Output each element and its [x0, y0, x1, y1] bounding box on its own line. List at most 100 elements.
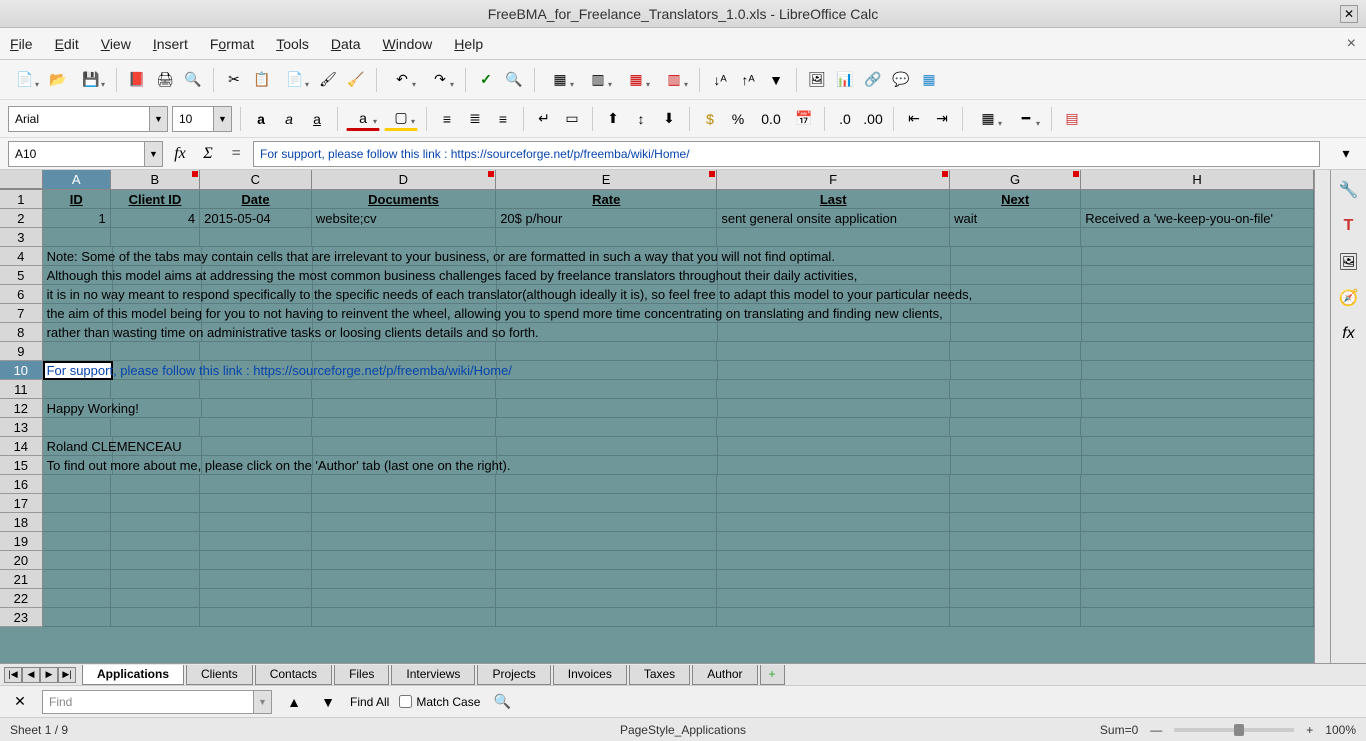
valign-bot-icon[interactable]: ⬇ [657, 107, 681, 131]
cell[interactable] [200, 418, 312, 437]
styles-icon[interactable]: T [1337, 214, 1361, 238]
cut-icon[interactable]: ✂ [222, 68, 246, 92]
new-button[interactable]: 📄 [8, 68, 42, 92]
row-header[interactable]: 4 [0, 247, 43, 266]
find-options-icon[interactable]: 🔍 [490, 690, 514, 714]
cell[interactable] [1081, 513, 1314, 532]
name-box[interactable]: A10▼ [8, 141, 163, 167]
cell[interactable] [312, 342, 496, 361]
conditional-icon[interactable]: ▤ [1060, 107, 1084, 131]
image-icon[interactable]: 🖼 [805, 68, 829, 92]
cell[interactable] [1082, 437, 1314, 456]
sum-icon[interactable]: Σ [197, 143, 219, 165]
wrap-icon[interactable]: ↵ [532, 107, 556, 131]
cell[interactable] [200, 551, 312, 570]
menu-tools[interactable]: Tools [276, 36, 309, 52]
print-icon[interactable]: 🖨 [153, 68, 177, 92]
row-header[interactable]: 1 [0, 190, 43, 209]
indent-inc-icon[interactable]: ⇥ [930, 107, 954, 131]
cell[interactable]: it is in no way meant to respond specifi… [43, 285, 113, 304]
cell[interactable] [1081, 190, 1314, 209]
underline-icon[interactable]: a [305, 107, 329, 131]
cell[interactable] [951, 266, 1082, 285]
row-header[interactable]: 7 [0, 304, 43, 323]
cell[interactable]: 4 [111, 209, 200, 228]
cell[interactable] [717, 513, 950, 532]
cell[interactable] [496, 608, 717, 627]
cell[interactable] [950, 380, 1081, 399]
cell[interactable] [43, 532, 111, 551]
find-next-icon[interactable]: ▼ [316, 690, 340, 714]
cell[interactable] [497, 437, 718, 456]
chart-icon[interactable]: 📊 [833, 68, 857, 92]
cell[interactable] [717, 475, 950, 494]
bold-icon[interactable]: a [249, 107, 273, 131]
col-header-A[interactable]: A [43, 170, 111, 189]
zoom-slider[interactable] [1174, 728, 1294, 732]
col-header-C[interactable]: C [200, 170, 312, 189]
row-header[interactable]: 23 [0, 608, 43, 627]
cell[interactable] [496, 418, 717, 437]
cell[interactable] [43, 475, 111, 494]
cell[interactable] [1081, 418, 1314, 437]
cell[interactable] [496, 513, 717, 532]
cell[interactable] [312, 589, 496, 608]
save-button[interactable]: 💾 [74, 68, 108, 92]
cell[interactable] [717, 551, 950, 570]
cell[interactable] [312, 513, 496, 532]
align-left-icon[interactable]: ≡ [435, 107, 459, 131]
tab-clients[interactable]: Clients [186, 665, 253, 685]
cell[interactable] [496, 380, 717, 399]
select-all-corner[interactable] [0, 170, 43, 189]
filter-icon[interactable]: ▼ [764, 68, 788, 92]
cell[interactable] [312, 570, 496, 589]
cell[interactable] [200, 589, 312, 608]
add-sheet-button[interactable]: + [760, 665, 785, 685]
cell[interactable] [43, 380, 111, 399]
row-header[interactable]: 17 [0, 494, 43, 513]
cell[interactable] [717, 570, 950, 589]
menu-insert[interactable]: Insert [153, 36, 188, 52]
tab-projects[interactable]: Projects [477, 665, 550, 685]
cell[interactable] [951, 399, 1082, 418]
row-header[interactable]: 8 [0, 323, 43, 342]
functions-icon[interactable]: fx [1337, 322, 1361, 346]
cell[interactable] [200, 570, 312, 589]
cell[interactable] [1081, 570, 1314, 589]
percent-icon[interactable]: % [726, 107, 750, 131]
cell[interactable] [111, 589, 200, 608]
font-size-combo[interactable]: 10▼ [172, 106, 232, 132]
gallery-icon[interactable]: 🖼 [1337, 250, 1361, 274]
menu-format[interactable]: Format [210, 36, 254, 52]
cell[interactable] [950, 513, 1081, 532]
cell[interactable] [717, 494, 950, 513]
paste-icon[interactable]: 📄 [278, 68, 312, 92]
tab-interviews[interactable]: Interviews [391, 665, 475, 685]
cell[interactable] [1082, 323, 1314, 342]
cell[interactable] [1082, 266, 1314, 285]
cell[interactable] [951, 323, 1082, 342]
cell[interactable] [111, 532, 200, 551]
col-header-D[interactable]: D [312, 170, 496, 189]
col-header-H[interactable]: H [1081, 170, 1314, 189]
border-icon[interactable]: ▦ [971, 107, 1005, 131]
cell[interactable] [200, 380, 312, 399]
menu-window[interactable]: Window [382, 36, 432, 52]
cell[interactable] [950, 589, 1081, 608]
cell[interactable]: Documents [312, 190, 496, 209]
sort-desc-icon[interactable]: ↑ᴬ [736, 68, 760, 92]
cell[interactable]: sent general onsite application [717, 209, 950, 228]
cell[interactable] [312, 608, 496, 627]
cell[interactable] [200, 608, 312, 627]
cell[interactable] [43, 551, 111, 570]
row-header[interactable]: 5 [0, 266, 43, 285]
cell[interactable] [496, 570, 717, 589]
cell[interactable] [111, 475, 200, 494]
cell[interactable] [1082, 304, 1314, 323]
menu-help[interactable]: Help [454, 36, 483, 52]
cell[interactable] [717, 418, 950, 437]
cell[interactable] [43, 570, 111, 589]
cell[interactable] [950, 570, 1081, 589]
vertical-scrollbar[interactable] [1314, 170, 1330, 663]
cell[interactable]: Last [717, 190, 950, 209]
